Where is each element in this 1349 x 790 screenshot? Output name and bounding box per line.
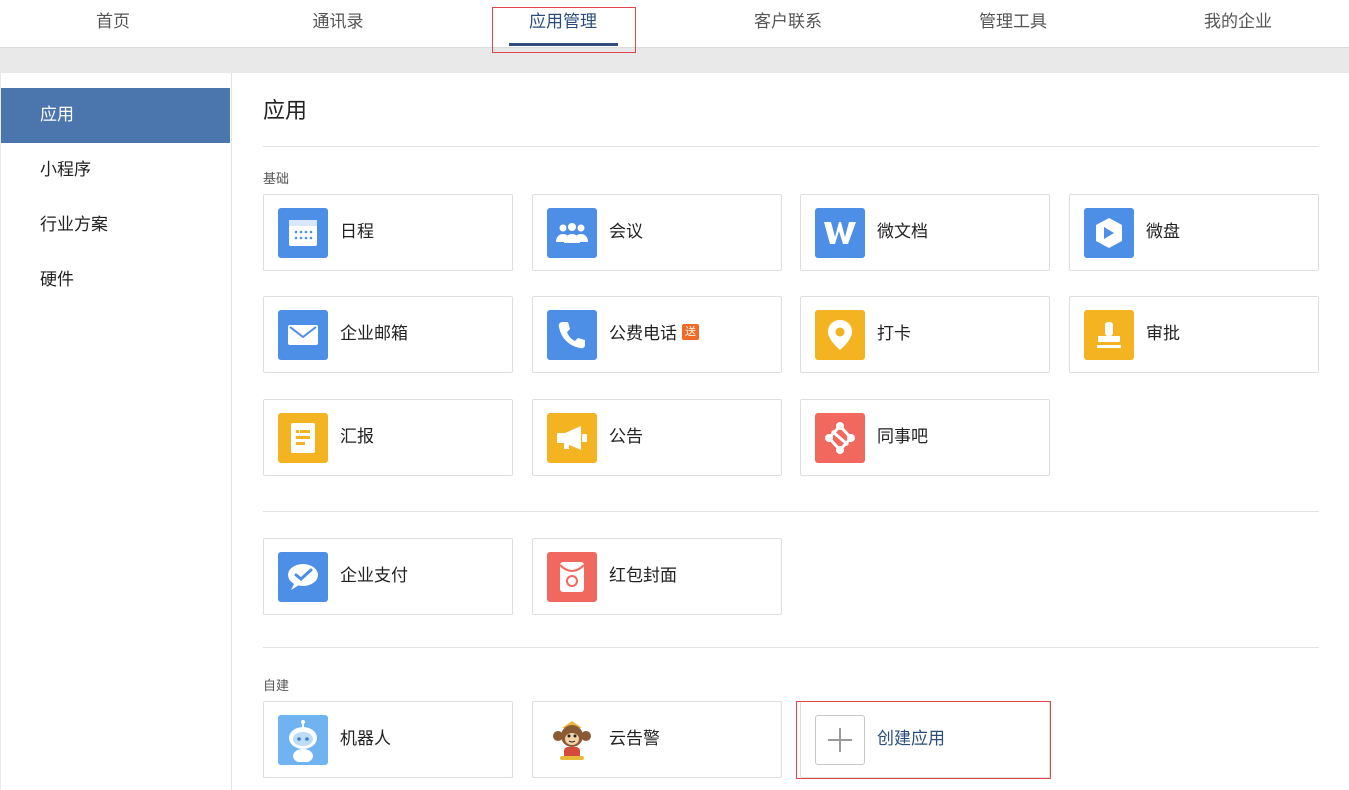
monkey-icon (547, 715, 597, 765)
app-name: 会议 (609, 222, 643, 242)
app-name: 同事吧 (877, 427, 928, 447)
location-pin-icon (815, 310, 865, 360)
nav-item-my-enterprise[interactable]: 我的企业 (1178, 0, 1298, 47)
app-name: 企业支付 (340, 566, 408, 586)
app-card-calendar[interactable]: 日程 (263, 194, 513, 271)
app-name: 日程 (340, 222, 374, 242)
plus-icon (815, 715, 865, 765)
megaphone-icon (547, 413, 597, 463)
nav-item-home[interactable]: 首页 (63, 0, 163, 47)
app-name: 公告 (609, 427, 643, 447)
app-card-red-envelope-cover[interactable]: 红包封面 (532, 538, 782, 615)
app-card-meeting[interactable]: 会议 (532, 194, 782, 271)
app-card-colleague-forum[interactable]: 同事吧 (800, 399, 1050, 476)
payment-icon (278, 552, 328, 602)
section-label-basic: 基础 (263, 172, 290, 187)
document-icon (815, 208, 865, 258)
stamp-icon (1084, 310, 1134, 360)
app-name-text: 公费电话 (609, 324, 677, 344)
app-name: 企业邮箱 (340, 324, 408, 344)
app-name: 微盘 (1146, 222, 1180, 242)
phone-icon (547, 310, 597, 360)
drive-icon (1084, 208, 1134, 258)
app-name: 机器人 (340, 729, 391, 749)
app-name: 公费电话送 (609, 297, 699, 372)
app-card-phone[interactable]: 公费电话送 (532, 296, 782, 373)
sidebar: 应用 小程序 行业方案 硬件 (1, 73, 232, 790)
app-name: 汇报 (340, 427, 374, 447)
app-card-announcement[interactable]: 公告 (532, 399, 782, 476)
nav-item-customer-contact[interactable]: 客户联系 (728, 0, 848, 47)
divider (263, 647, 1319, 648)
app-card-cloud-alert[interactable]: 云告警 (532, 701, 782, 778)
app-name: 云告警 (609, 729, 660, 749)
sidebar-item-industry-solutions[interactable]: 行业方案 (1, 198, 230, 253)
nav-item-contacts[interactable]: 通讯录 (288, 0, 388, 47)
sidebar-item-hardware[interactable]: 硬件 (1, 253, 230, 308)
calendar-icon (278, 208, 328, 258)
mail-icon (278, 310, 328, 360)
sidebar-item-apps[interactable]: 应用 (1, 88, 230, 143)
create-app-button[interactable]: 创建应用 (800, 701, 1050, 778)
app-name: 打卡 (877, 324, 911, 344)
meeting-icon (547, 208, 597, 258)
app-card-enterprise-payment[interactable]: 企业支付 (263, 538, 513, 615)
page-title: 应用 (263, 99, 308, 124)
app-card-drive[interactable]: 微盘 (1069, 194, 1319, 271)
app-card-robot[interactable]: 机器人 (263, 701, 513, 778)
app-name: 审批 (1146, 324, 1180, 344)
red-envelope-icon (547, 552, 597, 602)
report-icon (278, 413, 328, 463)
app-card-approval[interactable]: 审批 (1069, 296, 1319, 373)
network-icon (815, 413, 865, 463)
app-card-document[interactable]: 微文档 (800, 194, 1050, 271)
nav-highlight-box (492, 7, 636, 53)
app-card-checkin[interactable]: 打卡 (800, 296, 1050, 373)
robot-icon (278, 715, 328, 765)
app-name: 红包封面 (609, 566, 677, 586)
app-card-mail[interactable]: 企业邮箱 (263, 296, 513, 373)
create-app-label: 创建应用 (877, 729, 945, 749)
top-navigation: 首页 通讯录 应用管理 客户联系 管理工具 我的企业 (0, 0, 1349, 48)
gift-badge: 送 (682, 324, 699, 340)
nav-item-management-tools[interactable]: 管理工具 (953, 0, 1073, 47)
app-name: 微文档 (877, 222, 928, 242)
divider (263, 146, 1319, 147)
section-label-custom: 自建 (263, 679, 290, 694)
sidebar-item-mini-programs[interactable]: 小程序 (1, 143, 230, 198)
divider (263, 511, 1319, 512)
app-card-report[interactable]: 汇报 (263, 399, 513, 476)
